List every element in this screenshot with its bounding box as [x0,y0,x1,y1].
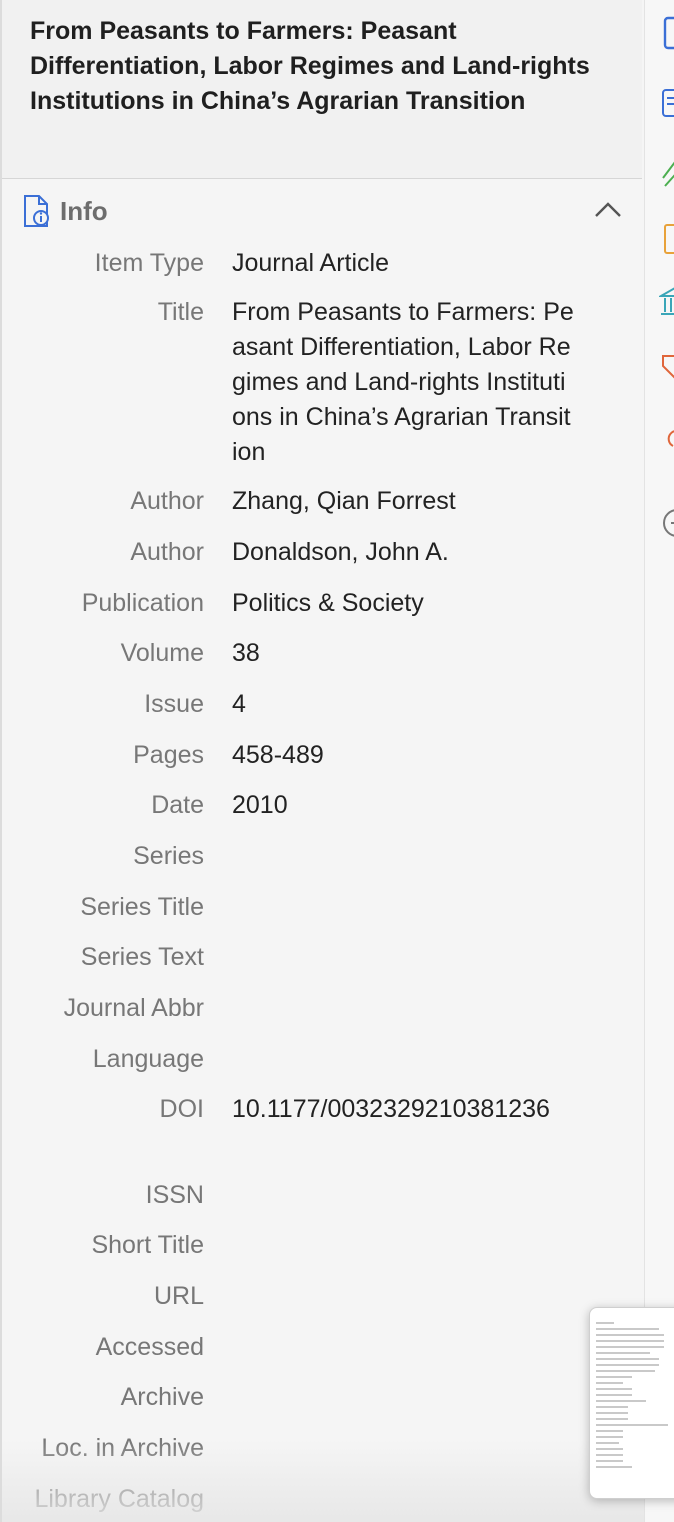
field-value[interactable] [232,1482,574,1517]
pane-sidebar [644,0,674,1522]
thumbnail-content [596,1318,674,1472]
pane-preview-thumbnail[interactable] [589,1307,674,1499]
field-label: Item Type [94,249,204,277]
field-label: DOI [159,1095,204,1123]
field-label: Archive [120,1383,204,1411]
notes-icon[interactable] [659,222,674,256]
field-value[interactable] [232,1178,574,1213]
field-value[interactable] [232,1330,574,1365]
field-label: Accessed [95,1333,204,1361]
field-value[interactable] [232,991,574,1026]
field-value[interactable] [232,1042,574,1077]
field-value[interactable] [232,1279,574,1314]
field-label: Author [130,487,204,515]
field-label: Title [157,298,204,326]
field-value[interactable] [232,839,574,874]
field-label: Short Title [91,1231,204,1259]
field-label: Language [92,1045,204,1073]
field-label: Author [130,538,204,566]
field-value[interactable]: Zhang, Qian Forrest [232,484,574,519]
document-info-icon [24,195,49,227]
field-value[interactable]: Donaldson, John A. [232,535,574,570]
field-value[interactable] [232,1228,574,1263]
related-icon[interactable] [659,424,674,458]
item-header: From Peasants to Farmers: Peasant Differ… [2,0,642,179]
field-value[interactable] [232,1431,574,1466]
field-value[interactable]: 2010 [232,788,574,823]
field-label: Series Title [80,893,204,921]
chevron-up-icon[interactable] [592,196,624,222]
item-pane: From Peasants to Farmers: Peasant Differ… [0,0,644,1522]
field-label: Library Catalog [34,1485,204,1513]
info-icon[interactable] [659,16,674,50]
field-label: ISSN [145,1181,204,1209]
field-label: Series Text [80,943,204,971]
field-label: URL [153,1282,204,1310]
abstract-icon[interactable] [659,86,674,120]
item-title-heading: From Peasants to Farmers: Peasant Differ… [30,17,590,115]
field-value[interactable]: From Peasants to Farmers: Peasant Differ… [232,295,574,470]
field-value[interactable] [232,940,574,975]
field-label: Journal Abbr [63,994,204,1022]
field-label: Issue [144,690,204,718]
info-section-header[interactable]: Info [2,190,642,234]
field-value[interactable]: 458-489 [232,738,574,773]
field-label: Volume [120,639,204,667]
field-label: Date [151,791,204,819]
field-value[interactable]: Politics & Society [232,586,574,621]
libraries-icon[interactable] [659,284,674,318]
info-section-label: Info [60,196,108,226]
attachments-icon[interactable] [659,158,674,192]
field-label: Pages [133,741,204,769]
field-value[interactable]: 38 [232,636,574,671]
field-label: Publication [81,589,204,617]
tags-icon[interactable] [659,352,674,386]
field-value[interactable]: 4 [232,687,574,722]
field-value[interactable] [232,890,574,925]
field-label: Loc. in Archive [41,1434,204,1462]
field-value[interactable]: Journal Article [232,246,574,281]
field-value[interactable]: 10.1177/0032329210381236 [232,1092,574,1127]
field-value[interactable] [232,1380,574,1415]
field-label: Series [133,842,204,870]
locate-icon[interactable] [659,506,674,540]
